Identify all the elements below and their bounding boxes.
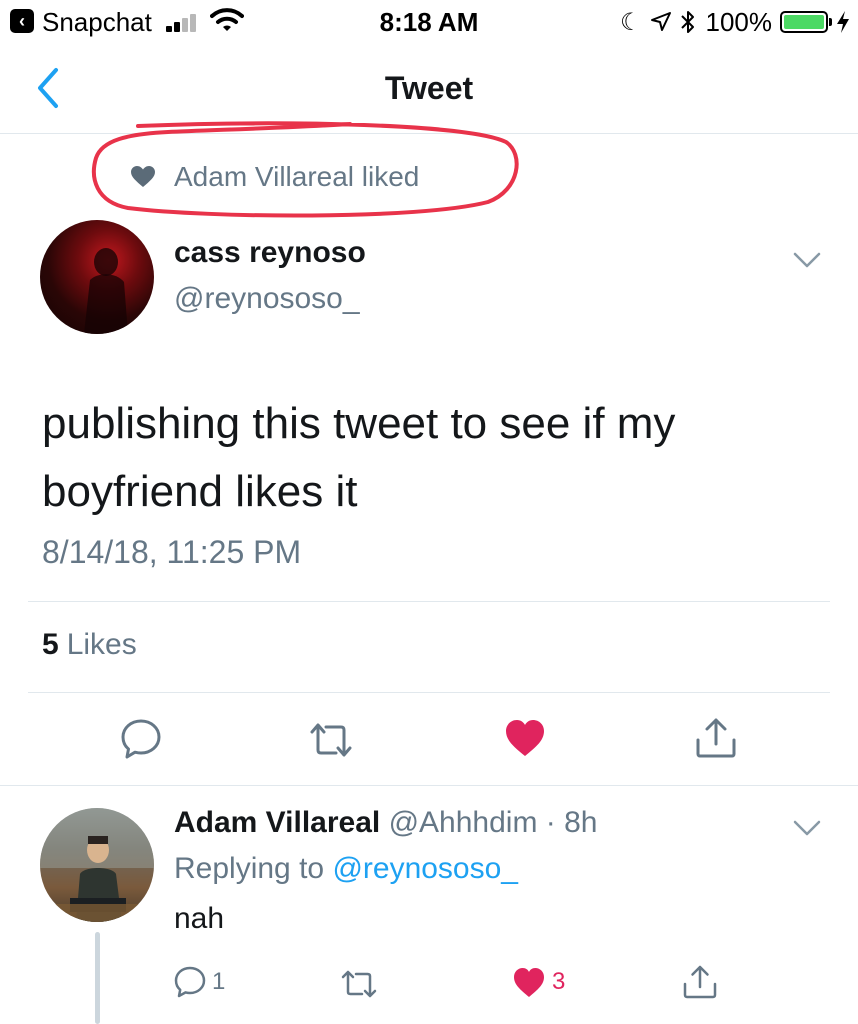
- thread-line: [95, 932, 100, 1024]
- reply-header[interactable]: Adam Villareal @Ahhhdim · 8h: [174, 806, 597, 840]
- avatar[interactable]: [40, 220, 154, 334]
- charging-bolt-icon: [837, 11, 849, 33]
- divider: [28, 692, 830, 693]
- replying-to: Replying to @reynososo_: [174, 852, 518, 886]
- divider: [0, 785, 858, 786]
- author-name[interactable]: cass reynoso: [174, 236, 366, 270]
- reply-icon[interactable]: [120, 718, 162, 760]
- author-handle[interactable]: @reynososo_: [174, 282, 360, 316]
- replying-mention-link[interactable]: @reynososo_: [332, 852, 518, 885]
- reply-text: nah: [174, 902, 225, 935]
- battery-percent: 100%: [705, 6, 773, 37]
- tweet-timestamp: 8/14/18, 11:25 PM: [42, 534, 302, 570]
- reply-like-button[interactable]: 3: [512, 966, 565, 998]
- divider: [28, 601, 830, 602]
- like-icon: [514, 968, 544, 997]
- like-icon[interactable]: [504, 718, 546, 758]
- chevron-down-icon[interactable]: [792, 818, 822, 838]
- reply-author-name[interactable]: Adam Villareal: [174, 806, 380, 839]
- retweet-icon[interactable]: [340, 968, 378, 1000]
- tweet-text: publishing this tweet to see if my boyfr…: [42, 399, 676, 516]
- retweet-icon[interactable]: [308, 720, 354, 760]
- reply-count: 1: [212, 968, 226, 995]
- do-not-disturb-icon: ☾: [619, 8, 642, 36]
- likes-count: 5: [42, 628, 59, 661]
- likes-summary[interactable]: 5 Likes: [42, 628, 137, 662]
- likes-label: Likes: [66, 628, 137, 661]
- share-icon[interactable]: [694, 716, 738, 760]
- reply-reply-button[interactable]: 1: [174, 966, 225, 998]
- reply-icon: [174, 966, 206, 998]
- status-bar: ‹ Snapchat 8:18 AM ☾ 100%: [0, 0, 858, 44]
- reply-avatar[interactable]: [40, 808, 154, 922]
- location-arrow-icon: [650, 12, 671, 31]
- bluetooth-icon: [680, 11, 694, 33]
- replying-prefix: Replying to: [174, 852, 325, 885]
- chevron-down-icon[interactable]: [792, 250, 822, 270]
- reply-meta: @Ahhhdim · 8h: [388, 806, 598, 839]
- page-title: Tweet: [384, 70, 474, 106]
- reply-like-count: 3: [552, 968, 566, 995]
- annotation-circle: [91, 121, 519, 218]
- share-icon[interactable]: [682, 964, 718, 1000]
- battery-icon: [780, 11, 832, 33]
